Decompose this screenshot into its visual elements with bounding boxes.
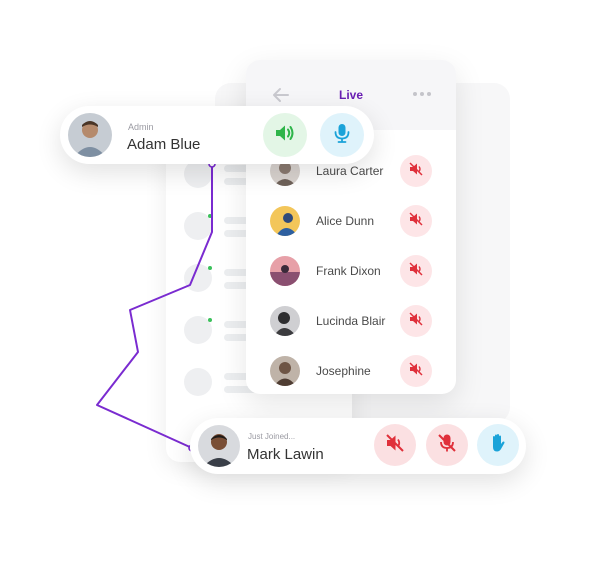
just-joined-label: Just Joined... xyxy=(248,432,296,441)
avatar xyxy=(270,306,300,336)
avatar xyxy=(270,356,300,386)
speaker-on-icon xyxy=(273,121,297,150)
raise-hand-button[interactable] xyxy=(477,424,519,466)
raise-hand-icon xyxy=(487,432,509,459)
admin-role: Admin xyxy=(128,122,154,132)
participant-name: Lucinda Blair xyxy=(316,314,386,328)
speaker-muted-button[interactable] xyxy=(400,155,432,187)
participant-row[interactable]: Alice Dunn xyxy=(266,202,436,240)
speaker-muted-icon xyxy=(408,211,424,232)
speaker-muted-icon xyxy=(384,432,406,459)
participant-name: Josephine xyxy=(316,364,371,378)
joined-user-name: Mark Lawin xyxy=(247,446,324,463)
participant-name: Alice Dunn xyxy=(316,214,375,228)
participant-row[interactable]: Lucinda Blair xyxy=(266,302,436,340)
speaker-muted-icon xyxy=(408,311,424,332)
admin-card: Admin Adam Blue xyxy=(60,106,374,164)
participant-row[interactable]: Frank Dixon xyxy=(266,252,436,290)
speaker-button[interactable] xyxy=(263,113,307,157)
speaker-muted-icon xyxy=(408,261,424,282)
speaker-muted-button[interactable] xyxy=(400,255,432,287)
participant-row[interactable]: Josephine xyxy=(266,352,436,390)
just-joined-card: Just Joined... Mark Lawin xyxy=(190,418,526,474)
participant-name: Frank Dixon xyxy=(316,264,381,278)
participant-name: Laura Carter xyxy=(316,164,384,178)
avatar xyxy=(198,425,240,467)
avatar xyxy=(68,113,112,157)
speaker-muted-button[interactable] xyxy=(400,355,432,387)
speaker-muted-button[interactable] xyxy=(374,424,416,466)
more-options-icon[interactable] xyxy=(410,87,434,101)
microphone-muted-icon xyxy=(436,432,458,459)
speaker-muted-button[interactable] xyxy=(400,305,432,337)
microphone-button[interactable] xyxy=(320,113,364,157)
avatar xyxy=(270,206,300,236)
speaker-muted-icon xyxy=(408,161,424,182)
speaker-muted-icon xyxy=(408,361,424,382)
microphone-muted-button[interactable] xyxy=(426,424,468,466)
admin-name: Adam Blue xyxy=(127,136,201,153)
speaker-muted-button[interactable] xyxy=(400,205,432,237)
microphone-icon xyxy=(330,121,354,150)
avatar xyxy=(270,256,300,286)
